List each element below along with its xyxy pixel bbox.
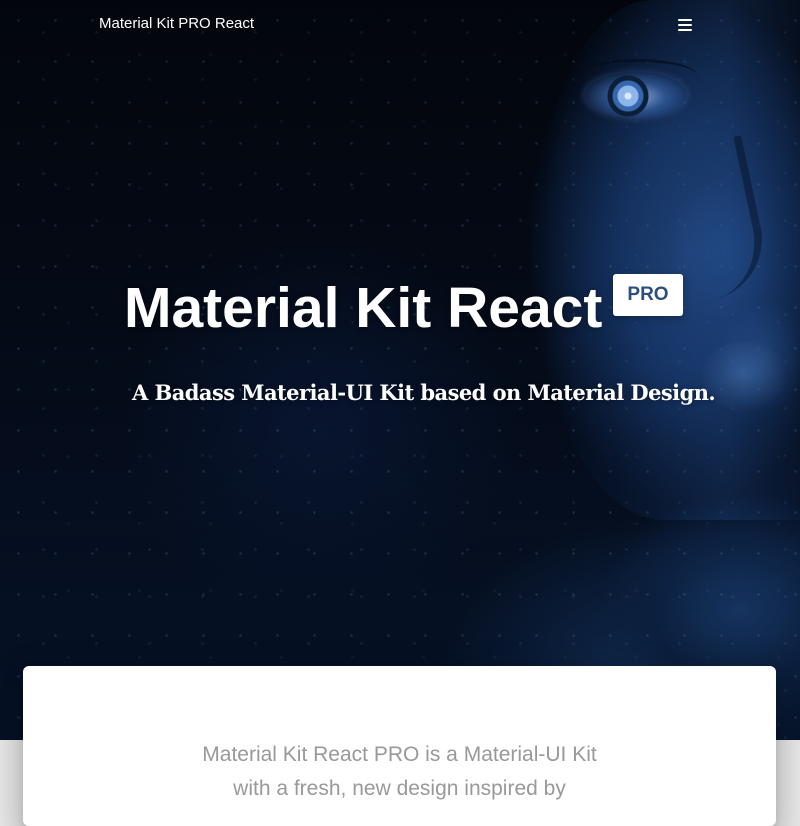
pro-badge: PRO	[613, 274, 683, 316]
intro-text: Material Kit React PRO is a Material-UI …	[23, 738, 776, 806]
hero-subtitle: A Badass Material-UI Kit based on Materi…	[132, 380, 716, 405]
menu-icon-line	[678, 24, 692, 26]
intro-card: Material Kit React PRO is a Material-UI …	[23, 666, 776, 826]
menu-icon	[678, 19, 692, 31]
menu-icon-line	[678, 29, 692, 31]
top-navbar: Material Kit PRO React	[0, 0, 800, 48]
menu-button[interactable]	[670, 10, 700, 40]
hero-content: Material Kit React PRO A Badass Material…	[0, 0, 800, 740]
intro-line: Material Kit React PRO is a Material-UI …	[202, 743, 597, 766]
intro-line: with a fresh, new design inspired by	[233, 777, 566, 800]
brand-link[interactable]: Material Kit PRO React	[99, 15, 254, 32]
menu-icon-line	[678, 19, 692, 21]
hero-title: Material Kit React	[124, 276, 603, 340]
